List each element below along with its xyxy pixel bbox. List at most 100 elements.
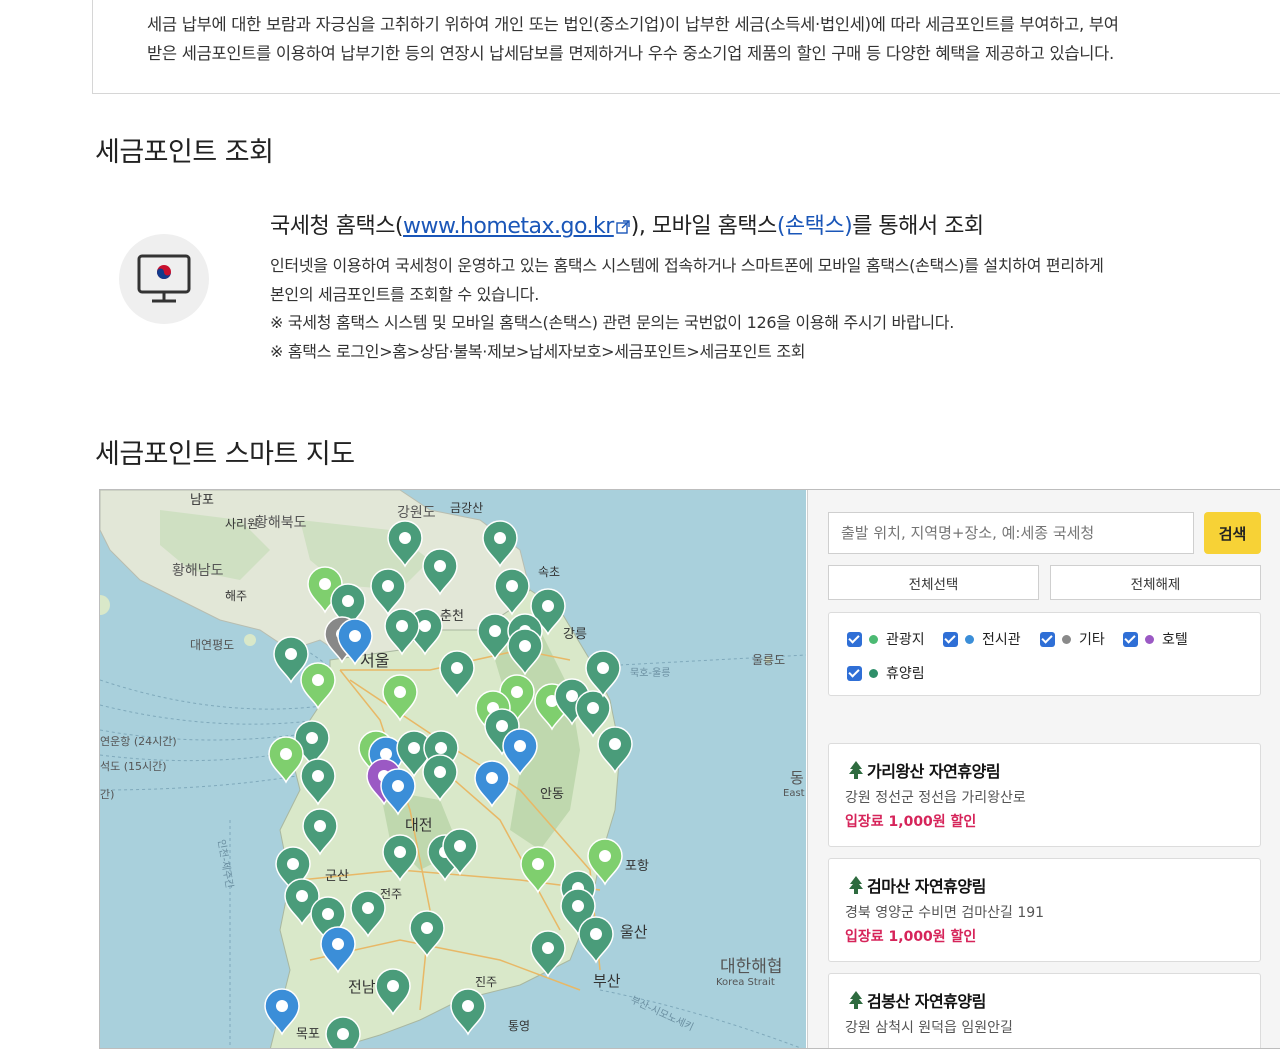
filter-forest[interactable]: 휴양림 [847,663,925,683]
map-pin-dot [342,595,354,607]
map-pin-dot [394,846,406,858]
filter-exhibition[interactable]: 전시관 [943,629,1021,649]
category-dot-icon [869,634,878,644]
intro-line-1: 세금 납부에 대한 보람과 자긍심을 고취하기 위하여 개인 또는 법인(중소기… [147,15,1119,34]
label-east: East [783,788,805,799]
heading-prefix: 국세청 홈택스( [270,214,404,239]
lookup-section-title: 세금포인트 조회 [95,137,274,168]
map-pin-dot [319,578,331,590]
label-geumgangsan: 금강산 [450,501,483,515]
result-card[interactable]: 가리왕산 자연휴양림 강원 정선군 정선읍 가리왕산로 입장료 1,000원 할… [828,743,1261,847]
monitor-icon [119,234,209,324]
hometax-heading: 국세청 홈택스(www.hometax.go.kr ), 모바일 홈택스(손택스… [270,208,984,240]
map-side-panel: 검색 전체선택 전체해제 관광지 전시관 기타 호텔 [807,490,1280,1048]
tree-icon [849,761,863,779]
label-hwanghaenamdo: 황해남도 [172,563,224,579]
card-title: 가리왕산 자연휴양림 [845,758,1001,782]
tree-icon [849,991,863,1009]
intro-text: 세금 납부에 대한 보람과 자긍심을 고취하기 위하여 개인 또는 법인(중소기… [147,10,1267,68]
west-island-2 [100,595,110,615]
label-ferry-3: 간) [100,788,114,801]
filter-label: 호텔 [1162,632,1188,648]
desc-line-1: 인터넷을 이용하여 국세청이 운영하고 있는 홈택스 시스템에 접속하거나 스마… [270,256,1104,275]
map-pin-dot [337,1028,349,1040]
label-haeju: 해주 [225,589,247,603]
label-daehanhaehyeop: 대한해협 [720,957,783,977]
map-pin-dot [421,922,433,934]
map-graphic: 남포 사리원 황해북도 황해남도 해주 강원도 금강산 속초 춘천 강릉 서울 … [100,490,806,1048]
label-pohang: 포항 [625,859,649,874]
intro-line-2: 받은 세금포인트를 이용하여 납부기한 등의 연장시 납세담보를 면제하거나 우… [147,44,1114,63]
heading-suffix: 를 통해서 조회 [852,214,984,239]
result-card[interactable]: 검마산 자연휴양림 경북 영양군 수비면 검마산길 191 입장료 1,000원… [828,858,1261,962]
map-pin-dot [387,980,399,992]
label-sokcho: 속초 [538,565,560,579]
label-ferry-shidao: 석도 (15시간) [100,760,167,773]
map-pin-dot [454,840,466,852]
checkbox-icon[interactable] [1040,631,1055,647]
map-canvas[interactable]: 남포 사리원 황해북도 황해남도 해주 강원도 금강산 속초 춘천 강릉 서울 … [100,490,806,1048]
intro-box: 세금 납부에 대한 보람과 자긍심을 고취하기 위하여 개인 또는 법인(중소기… [92,0,1280,94]
label-gangwondo: 강원도 [397,505,436,521]
label-mukho-route: 묵호-울릉 [630,667,670,679]
map-pin-dot [332,938,344,950]
map-pin-dot [587,702,599,714]
deselect-all-button[interactable]: 전체해제 [1050,565,1261,600]
filter-label: 관광지 [886,632,925,648]
note-path: ※ 홈택스 로그인>홈>상담·불복·제보>납세자보호>세금포인트>세금포인트 조… [270,341,806,361]
label-tongyeong: 통영 [508,1019,530,1033]
label-ulsan: 울산 [620,923,648,941]
card-address: 강원 정선군 정선읍 가리왕산로 [845,790,1026,806]
card-name: 검봉산 자연휴양림 [867,992,986,1011]
label-seoul: 서울 [360,651,389,670]
hometax-link[interactable]: www.hometax.go.kr [403,214,614,239]
location-search-input[interactable] [828,512,1194,554]
card-name: 가리왕산 자연휴양림 [867,762,1001,781]
map-pin-dot [287,858,299,870]
map-pin-dot [276,1000,288,1012]
label-nampo: 남포 [190,493,214,508]
filter-etc[interactable]: 기타 [1040,629,1105,649]
filter-tourist[interactable]: 관광지 [847,629,925,649]
map-pin-dot [609,738,621,750]
label-busan-shimonoseki: 부산-시모노세키 [629,994,696,1034]
filter-hotel[interactable]: 호텔 [1123,629,1188,649]
map-pin-dot [506,580,518,592]
desc-line-2: 본인의 세금포인트를 조회할 수 있습니다. [270,284,540,304]
filter-label: 전시관 [982,632,1021,648]
hometax-description: 인터넷을 이용하여 국세청이 운영하고 있는 홈택스 시스템에 접속하거나 스마… [270,252,1260,366]
map-pin-dot [419,620,431,632]
map-pin-dot [532,858,544,870]
result-card[interactable]: 검봉산 자연휴양림 강원 삼척시 원덕읍 임원안길 [828,973,1261,1048]
map-pin-dot [451,662,463,674]
label-daejeon: 대전 [405,816,433,834]
category-dot-icon [1062,634,1071,644]
map-pin-dot [566,690,578,702]
label-east-sea: 동 [790,769,804,787]
heading-middle: ), 모바일 홈택스 [630,214,778,239]
card-address: 경북 영양군 수비면 검마산길 191 [845,905,1045,921]
label-jeonju: 전주 [380,887,402,901]
label-sariwon: 사리원 [225,517,258,531]
label-korea-strait: Korea Strait [716,977,775,988]
label-jeonnam: 전남 [348,978,376,996]
map-pin-dot [494,532,506,544]
map-pin-dot [511,686,523,698]
map-pin-dot [380,748,392,760]
label-gangneung: 강릉 [563,627,587,642]
label-busan: 부산 [593,972,621,990]
map-pin-dot [434,560,446,572]
map-pin-dot [306,732,318,744]
map-pin-dot [486,772,498,784]
map-pin-dot [408,742,420,754]
search-button[interactable]: 검색 [1204,512,1261,554]
select-all-button[interactable]: 전체선택 [828,565,1039,600]
checkbox-icon[interactable] [847,665,862,681]
smart-map-widget: 남포 사리원 황해북도 황해남도 해주 강원도 금강산 속초 춘천 강릉 서울 … [99,489,1280,1049]
category-dot-icon [869,668,878,678]
map-pin-dot [382,580,394,592]
checkbox-icon[interactable] [943,631,958,647]
checkbox-icon[interactable] [847,631,862,647]
card-address: 강원 삼척시 원덕읍 임원안길 [845,1020,1013,1036]
checkbox-icon[interactable] [1123,631,1138,647]
